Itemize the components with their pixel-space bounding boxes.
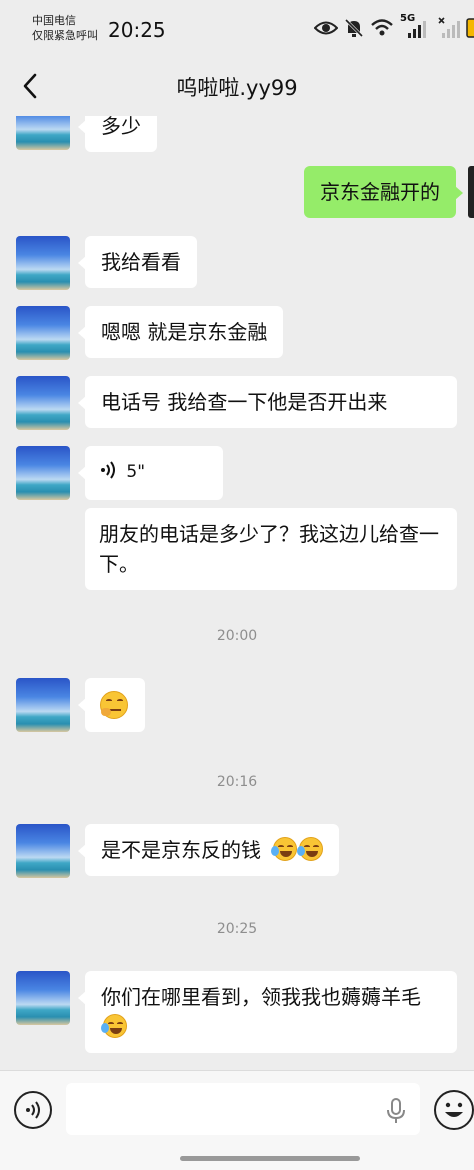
message-bubble[interactable]: 你们在哪里看到，领我我也薅薅羊毛 [78, 971, 457, 1053]
laughing-crying-emoji [297, 837, 324, 861]
contact-avatar[interactable] [16, 116, 70, 150]
voice-transcript[interactable]: 朋友的电话是多少了？我这边儿给查一下。 [85, 508, 457, 590]
smiley-icon [445, 1102, 463, 1117]
message-text: 你们在哪里看到，领我我也薅薅羊毛 [101, 985, 421, 1009]
carrier-name: 中国电信 [32, 14, 76, 27]
contact-avatar[interactable] [16, 376, 70, 430]
contact-avatar[interactable] [16, 824, 70, 878]
status-icons: 5G [313, 13, 474, 44]
self-avatar[interactable] [468, 166, 474, 218]
input-bar [0, 1070, 474, 1170]
microphone-icon [387, 1098, 405, 1123]
wifi-icon [370, 19, 394, 41]
mute-bell-icon [344, 18, 364, 42]
message-list[interactable]: 多少 京东金融开的 我给看看 嗯嗯 就是京东金融 电话号 我给查一下他是否开出来… [0, 116, 474, 1070]
message-bubble[interactable]: 多少 [78, 116, 157, 152]
laughing-crying-emoji [271, 837, 298, 861]
voice-input-button[interactable] [14, 1091, 52, 1129]
message-bubble[interactable]: 嗯嗯 就是京东金融 [77, 306, 284, 358]
timestamp: 20:25 [216, 921, 258, 937]
message-bubble-outgoing[interactable]: 京东金融开的 [304, 166, 463, 218]
eye-icon [313, 19, 339, 41]
contact-avatar[interactable] [16, 236, 70, 290]
message-input[interactable] [66, 1083, 420, 1135]
emoji-button[interactable] [434, 1090, 474, 1130]
voice-wave-icon [101, 461, 115, 479]
status-bar: 中国电信 仅限紧急呼叫 20:25 5G [0, 0, 474, 56]
contact-avatar[interactable] [16, 446, 70, 500]
voice-wave-icon [26, 1101, 40, 1119]
message-bubble[interactable]: 是不是京东反的钱 [77, 824, 340, 876]
message-bubble[interactable] [78, 678, 145, 732]
message-bubble[interactable]: 电话号 我给查一下他是否开出来 [78, 376, 457, 428]
chat-header: 呜啦啦.yy99 [0, 56, 474, 116]
network-type: 5G [400, 13, 416, 24]
timestamp: 20:16 [216, 774, 258, 790]
status-time: 20:25 [108, 18, 166, 42]
signal-5g-icon: 5G [400, 13, 432, 43]
no-sim-signal-icon [438, 17, 460, 43]
timestamp: 20:00 [216, 628, 258, 644]
home-indicator[interactable] [180, 1156, 360, 1161]
contact-avatar[interactable] [16, 971, 70, 1025]
contact-avatar[interactable] [16, 306, 70, 360]
carrier-status: 仅限紧急呼叫 [32, 29, 98, 42]
laughing-crying-emoji [101, 1014, 127, 1038]
thinking-face-emoji [100, 691, 128, 719]
microphone-button[interactable] [384, 1097, 408, 1125]
contact-avatar[interactable] [16, 678, 70, 732]
battery-icon [466, 16, 474, 44]
message-bubble[interactable]: 我给看看 [78, 236, 197, 288]
message-text: 是不是京东反的钱 [101, 838, 261, 862]
voice-duration: 5" [126, 462, 146, 482]
carrier-info: 中国电信 仅限紧急呼叫 [32, 13, 98, 43]
chat-title: 呜啦啦.yy99 [176, 76, 298, 100]
voice-message[interactable]: 5" [78, 446, 223, 500]
